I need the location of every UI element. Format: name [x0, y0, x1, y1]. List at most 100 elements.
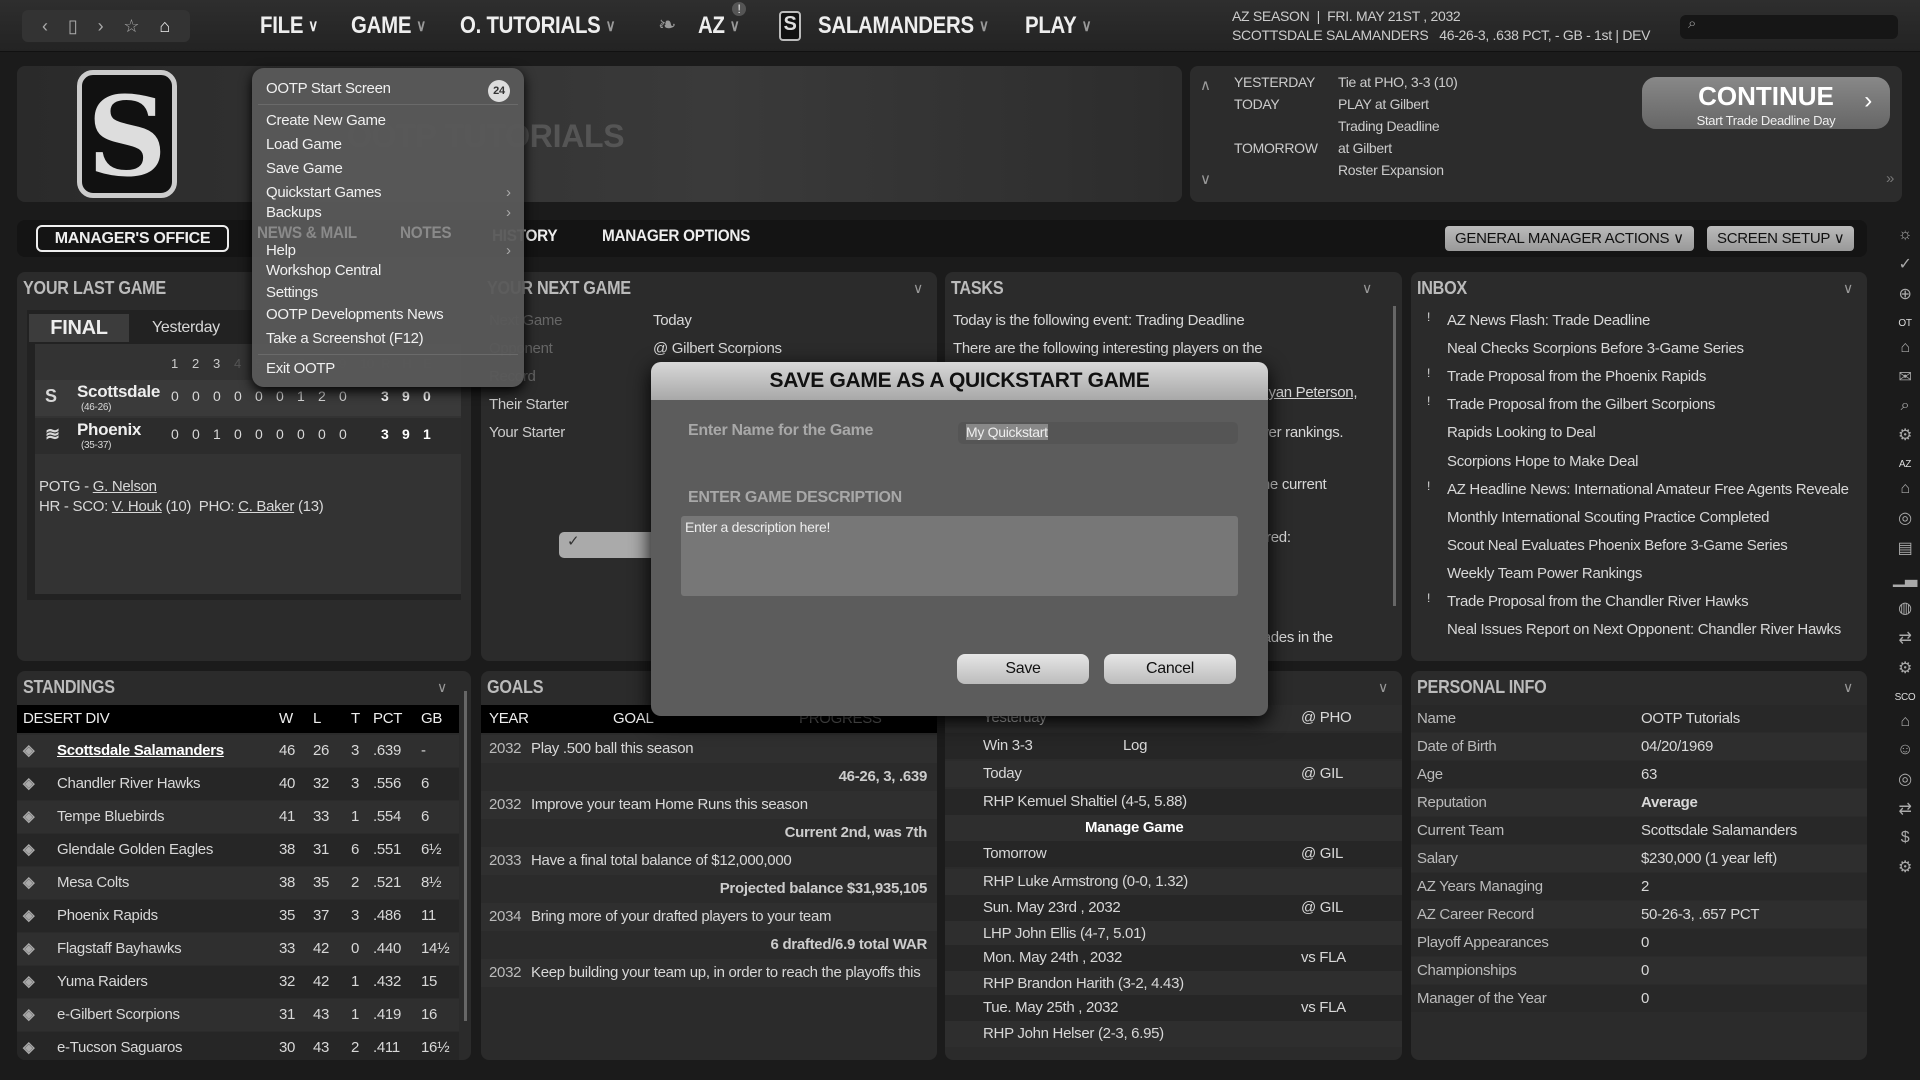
menu-item-backups[interactable]: Backups › — [266, 204, 511, 221]
menu-game[interactable]: GAME ∨ — [351, 12, 426, 40]
menu-item-exit-ootp[interactable]: Exit OOTP — [266, 360, 335, 377]
menu-az[interactable]: AZ ∨ — [698, 12, 740, 40]
chevron-down-icon[interactable]: ∨ — [1378, 679, 1388, 696]
team-link[interactable]: Phoenix Rapids — [57, 907, 158, 924]
stat-cell: 43 — [313, 1006, 330, 1023]
continue-button[interactable]: CONTINUE Start Trade Deadline Day › — [1642, 77, 1890, 129]
chart-icon[interactable]: ▁▃ — [1893, 568, 1917, 588]
team-link[interactable]: e-Tucson Saguaros — [57, 1039, 183, 1056]
scroll-up-icon[interactable]: ∧ — [1200, 76, 1211, 94]
save-button[interactable]: Save — [957, 654, 1089, 684]
page-icon[interactable]: ▯ — [68, 16, 78, 37]
menu-play[interactable]: PLAY ∨ — [1025, 12, 1092, 40]
chevron-down-icon[interactable]: ∨ — [1362, 280, 1372, 297]
cancel-button[interactable]: Cancel — [1104, 654, 1236, 684]
menu-item-take-a-screenshot-f12-[interactable]: Take a Screenshot (F12) — [266, 330, 424, 347]
team-link[interactable]: Yuma Raiders — [57, 973, 148, 990]
home-icon[interactable]: ⌂ — [1900, 339, 1910, 357]
team-link[interactable]: Scottsdale Salamanders — [57, 742, 224, 759]
globe-icon[interactable]: ⊕ — [1898, 284, 1911, 304]
chevron-down-icon[interactable]: ∨ — [913, 280, 923, 297]
chevron-down-icon[interactable]: ∨ — [437, 679, 447, 696]
location-icon[interactable]: ◎ — [1898, 508, 1912, 528]
gear-icon[interactable]: ⚙ — [1898, 857, 1912, 877]
star-icon[interactable]: ☆ — [123, 16, 139, 37]
inbox-item[interactable]: Trade Proposal from the Phoenix Rapids — [1447, 368, 1706, 385]
menu-tutorials[interactable]: O. TUTORIALS ∨ — [460, 12, 616, 40]
player-link[interactable]: Ryan Peterson, — [1258, 384, 1358, 401]
inbox-item[interactable]: Trade Proposal from the Chandler River H… — [1447, 593, 1749, 610]
forward-icon[interactable]: › — [98, 16, 104, 37]
player-icon[interactable]: ☺ — [1897, 741, 1913, 759]
menu-file[interactable]: FILE ∨ — [260, 12, 318, 40]
back-icon[interactable]: ‹ — [42, 16, 48, 37]
scrollbar[interactable] — [464, 691, 467, 1021]
screen-setup-dropdown[interactable]: SCREEN SETUP ∨ — [1707, 226, 1855, 251]
menu-item-workshop-central[interactable]: Workshop Central — [266, 262, 381, 279]
gear-icon[interactable]: ⚙ — [1898, 658, 1912, 678]
inbox-item[interactable]: Trade Proposal from the Gilbert Scorpion… — [1447, 396, 1715, 413]
home-icon[interactable]: ⌂ — [1900, 713, 1910, 731]
trade-icon[interactable]: ⇄ — [1898, 799, 1911, 819]
chevron-down-icon[interactable]: ∨ — [1843, 280, 1853, 297]
potg-link[interactable]: G. Nelson — [93, 478, 157, 495]
team-link[interactable]: Tempe Bluebirds — [57, 808, 165, 825]
info-row — [1411, 761, 1867, 788]
inbox-item[interactable]: AZ News Flash: Trade Deadline — [1447, 312, 1650, 329]
location-icon[interactable]: ◎ — [1898, 769, 1912, 789]
inbox-item[interactable]: Weekly Team Power Rankings — [1447, 565, 1642, 582]
inbox-item[interactable]: Neal Issues Report on Next Opponent: Cha… — [1447, 621, 1841, 638]
gm-actions-dropdown[interactable]: GENERAL MANAGER ACTIONS ∨ — [1445, 226, 1694, 251]
team-link[interactable]: Glendale Golden Eagles — [57, 841, 213, 858]
inbox-item[interactable]: Neal Checks Scorpions Before 3-Game Seri… — [1447, 340, 1744, 357]
scroll-down-icon[interactable]: ∨ — [1200, 170, 1211, 188]
team-link[interactable]: Mesa Colts — [57, 874, 129, 891]
menu-item-create-new-game[interactable]: Create New Game — [266, 112, 386, 129]
menu-item-quickstart-games[interactable]: Quickstart Games › — [266, 184, 511, 201]
column-header: T — [351, 710, 360, 727]
team-link[interactable]: Flagstaff Bayhawks — [57, 940, 182, 957]
tab-managers-office[interactable]: MANAGER'S OFFICE — [36, 225, 229, 252]
trade-icon[interactable]: ⇄ — [1898, 628, 1911, 648]
game-description-input[interactable]: Enter a description here! — [681, 516, 1238, 596]
search-input[interactable]: ⌕ — [1680, 15, 1898, 39]
player-link[interactable]: V. Houk — [112, 498, 162, 515]
check-icon[interactable]: ✓ — [1898, 254, 1911, 274]
inbox-item[interactable]: Monthly International Scouting Practice … — [1447, 509, 1769, 526]
search-icon[interactable]: ⌕ — [1901, 397, 1910, 415]
team-link[interactable]: Chandler River Hawks — [57, 775, 201, 792]
mail-icon[interactable]: ✉ — [1898, 367, 1911, 387]
menu-item-ootp-start-screen[interactable]: OOTP Start Screen — [266, 80, 391, 97]
menu-salamanders[interactable]: SALAMANDERS ∨ — [818, 12, 989, 40]
menu-item-ootp-developments-news[interactable]: OOTP Developments News — [266, 306, 444, 323]
inbox-item[interactable]: Rapids Looking to Deal — [1447, 424, 1596, 441]
card-icon[interactable]: ▤ — [1898, 538, 1913, 558]
manage-game-button[interactable]: Manage Game — [1085, 819, 1184, 836]
check-icon[interactable]: ✓ — [559, 532, 659, 558]
chevron-down-icon[interactable]: ∨ — [1843, 679, 1853, 696]
gear-icon[interactable]: ⚙ — [1898, 425, 1912, 445]
inbox-item[interactable]: Scorpions Hope to Make Deal — [1447, 453, 1638, 470]
tab-news-mail[interactable]: NEWS & MAIL — [257, 224, 357, 241]
log-link[interactable]: Log — [1123, 737, 1147, 754]
home-icon[interactable]: ⌂ — [159, 16, 170, 37]
inbox-item[interactable]: AZ Headline News: International Amateur … — [1447, 481, 1849, 498]
menu-item-load-game[interactable]: Load Game — [266, 136, 342, 153]
baseball-icon[interactable]: ◍ — [1898, 598, 1912, 618]
expand-icon[interactable]: » — [1886, 170, 1894, 187]
menu-item-save-game[interactable]: Save Game — [266, 160, 343, 177]
home-icon[interactable]: ⌂ — [1900, 480, 1910, 498]
goal-text: Keep building your team up, in order to … — [531, 964, 921, 981]
inbox-item[interactable]: Scout Neal Evaluates Phoenix Before 3-Ga… — [1447, 537, 1788, 554]
tab-manager-options[interactable]: MANAGER OPTIONS — [602, 226, 750, 246]
dollar-icon[interactable]: $ — [1901, 829, 1910, 847]
game-name-input[interactable]: My Quickstart — [958, 422, 1238, 444]
menu-separator — [258, 104, 518, 105]
menu-item-help[interactable]: Help › — [266, 242, 511, 259]
player-link[interactable]: C. Baker — [238, 498, 294, 515]
menu-item-settings[interactable]: Settings — [266, 284, 318, 301]
team-link[interactable]: e-Gilbert Scorpions — [57, 1006, 180, 1023]
scrollbar[interactable] — [1393, 306, 1396, 606]
tab-notes[interactable]: NOTES — [400, 224, 452, 241]
lightbulb-icon[interactable]: ☼ — [1898, 226, 1913, 244]
